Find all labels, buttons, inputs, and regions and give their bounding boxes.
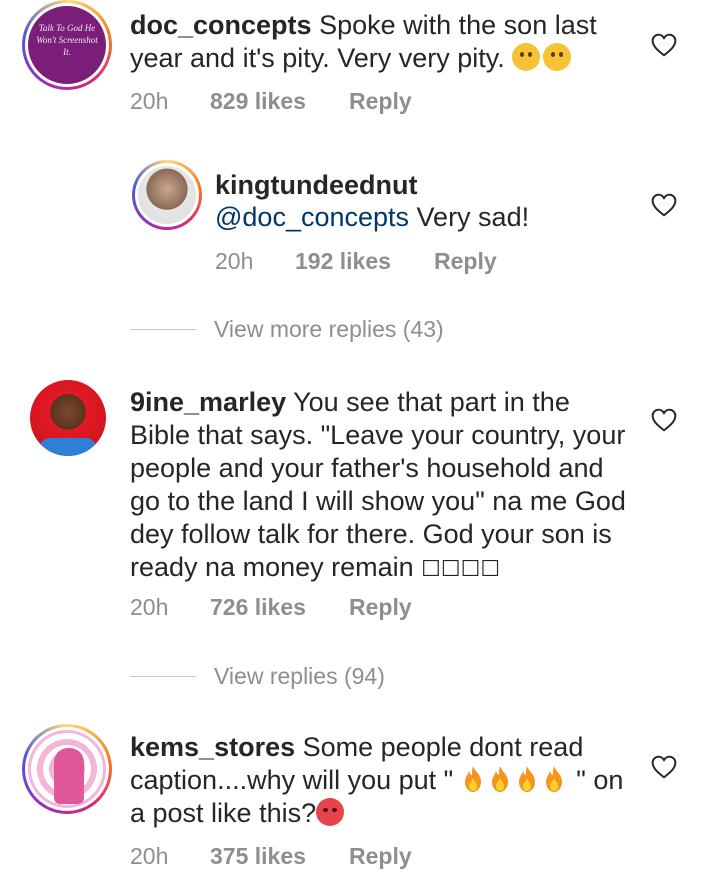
reply-button[interactable]: Reply xyxy=(349,594,412,621)
view-replies-button[interactable]: View replies (94) xyxy=(214,663,385,690)
avatar-person xyxy=(54,748,84,804)
comment-body: Very sad! xyxy=(409,202,530,232)
emoji-placeholder-glyphs: ☐☐☐☐ xyxy=(421,556,501,581)
comment-username[interactable]: 9ine_marley xyxy=(130,387,286,417)
comment-username[interactable]: kems_stores xyxy=(130,732,295,762)
avatar-shirt xyxy=(40,438,96,456)
like-heart-icon[interactable] xyxy=(651,755,677,779)
comment-likes[interactable]: 726 likes xyxy=(210,594,306,621)
comment-text: 9ine_marley You see that part in the Bib… xyxy=(130,386,630,585)
comment-username[interactable]: doc_concepts xyxy=(130,10,312,40)
comment-likes[interactable]: 829 likes xyxy=(210,88,306,115)
avatar[interactable] xyxy=(30,380,106,456)
avatar[interactable] xyxy=(132,160,202,230)
comment-likes[interactable]: 192 likes xyxy=(295,248,391,275)
reply-button[interactable]: Reply xyxy=(349,88,412,115)
comment-text: doc_concepts Spoke with the son last yea… xyxy=(130,9,630,75)
replies-divider xyxy=(130,676,196,677)
fire-icon xyxy=(464,766,481,792)
replies-divider xyxy=(130,329,196,330)
comment-time: 20h xyxy=(130,843,169,869)
reply-button[interactable]: Reply xyxy=(434,248,497,275)
comment-text: @doc_concepts Very sad! xyxy=(215,201,635,234)
angry-face-icon xyxy=(316,798,345,826)
comment-time: 20h xyxy=(130,594,169,620)
view-more-replies-button[interactable]: View more replies (43) xyxy=(214,316,444,343)
mention-link[interactable]: @doc_concepts xyxy=(215,202,409,232)
fire-icon xyxy=(518,766,535,792)
like-heart-icon[interactable] xyxy=(651,193,677,217)
comment-text: kingtundeednut xyxy=(215,169,635,202)
reply-button[interactable]: Reply xyxy=(349,843,412,870)
crying-face-icon xyxy=(512,43,541,71)
comment-text: kems_stores Some people dont read captio… xyxy=(130,731,630,830)
fire-icon xyxy=(491,766,508,792)
sad-face-icon xyxy=(543,43,572,71)
comment-username[interactable]: kingtundeednut xyxy=(215,170,417,200)
avatar[interactable] xyxy=(22,724,112,814)
like-heart-icon[interactable] xyxy=(651,33,677,57)
comment-time: 20h xyxy=(130,88,169,114)
fire-icon xyxy=(545,766,562,792)
avatar-text: Talk To God He Won't Screenshot It. xyxy=(36,23,98,57)
like-heart-icon[interactable] xyxy=(651,408,677,432)
comment-likes[interactable]: 375 likes xyxy=(210,843,306,870)
comment-time: 20h xyxy=(215,248,254,274)
avatar[interactable]: Talk To God He Won't Screenshot It. xyxy=(22,0,112,90)
